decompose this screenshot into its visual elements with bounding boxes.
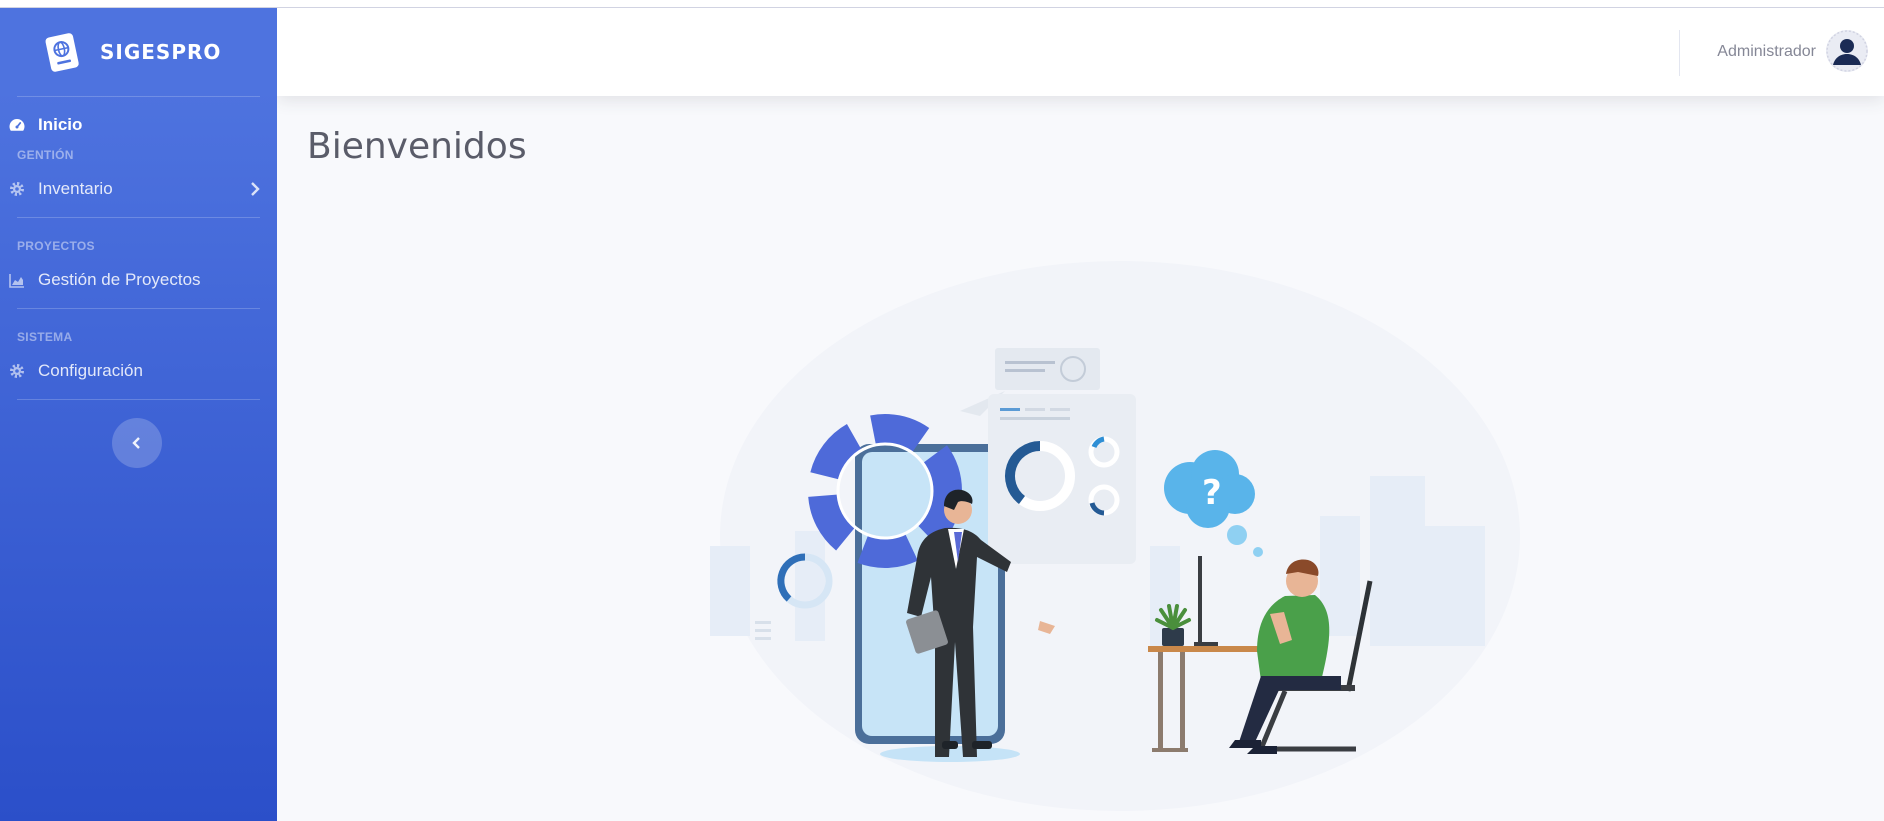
sidebar-heading: SISTEMA [17,330,73,344]
sidebar: SIGESPRO Inicio GENTIÓN Inventario PROYE… [0,8,277,821]
sidebar-divider [17,308,260,309]
sidebar-item-label: Inventario [38,179,113,198]
sidebar-item-configuracion[interactable]: Configuración [0,355,277,387]
user-avatar[interactable] [1826,30,1868,72]
passport-globe-icon [45,33,79,72]
gear-icon [10,182,24,196]
main-content: Bienvenidos ? [277,96,1884,821]
tachometer-icon [9,119,25,131]
sidebar-item-gestion-proyectos[interactable]: Gestión de Proyectos [0,264,277,296]
sidebar-divider [17,399,260,400]
chevron-right-icon [251,182,260,196]
sidebar-divider [17,217,260,218]
business-meeting-illustration: ? [710,236,1530,821]
page-title: Bienvenidos [307,126,527,167]
sidebar-divider [17,96,260,97]
brand-name: SIGESPRO [100,40,222,64]
topbar-divider [1679,30,1680,76]
sidebar-item-inicio[interactable]: Inicio [0,109,277,141]
chevron-left-icon [132,437,140,449]
window-top-edge [0,0,1884,8]
sidebar-toggle-button[interactable] [112,418,162,468]
sidebar-item-label: Inicio [38,115,83,134]
sidebar-item-label: Gestión de Proyectos [38,270,201,289]
sidebar-item-label: Configuración [38,361,143,380]
svg-text:?: ? [1202,473,1222,513]
user-name[interactable]: Administrador [1717,43,1816,61]
sidebar-item-inventario[interactable]: Inventario [0,173,277,205]
gear-icon [10,364,24,378]
sidebar-heading: PROYECTOS [17,239,95,253]
area-chart-icon [9,274,24,288]
sidebar-heading: GENTIÓN [17,148,74,162]
brand[interactable]: SIGESPRO [0,8,277,96]
topbar: Administrador [277,8,1884,96]
user-avatar-icon [1826,30,1868,72]
